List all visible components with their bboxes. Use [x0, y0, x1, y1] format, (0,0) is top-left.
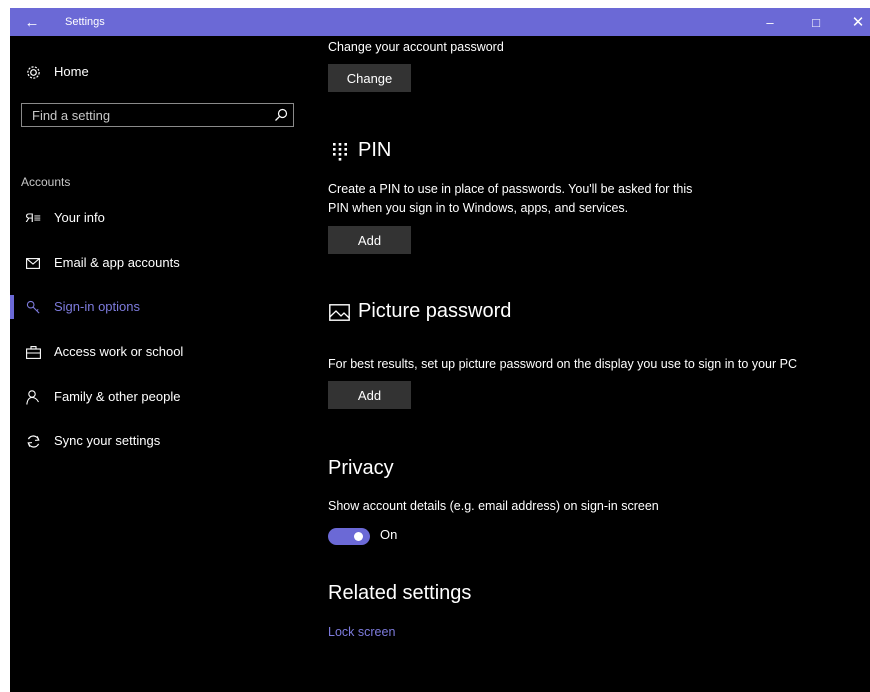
privacy-description: Show account details (e.g. email address…: [328, 499, 659, 513]
sidebar-item-label: Your info: [54, 210, 105, 225]
person-icon: [24, 388, 42, 406]
pin-heading: PIN: [358, 139, 392, 161]
search-icon[interactable]: [273, 107, 289, 123]
selection-indicator: [10, 295, 14, 319]
pin-keypad-icon: [332, 142, 348, 167]
picture-password-description: For best results, set up picture passwor…: [328, 357, 797, 371]
window-title: Settings: [65, 16, 105, 28]
sidebar-item-label: Sync your settings: [54, 433, 161, 448]
gear-icon: [24, 63, 42, 81]
sidebar-item-label: Sign-in options: [54, 299, 140, 314]
sidebar-item-work-school[interactable]: Access work or school: [10, 340, 310, 364]
back-arrow-icon: ←: [24, 13, 40, 31]
picture-password-heading: Picture password: [358, 300, 512, 322]
pin-description-line2: PIN when you sign in to Windows, apps, a…: [328, 201, 629, 215]
sidebar-item-home[interactable]: Home: [10, 60, 310, 84]
related-settings-heading: Related settings: [328, 582, 472, 604]
search-input[interactable]: Find a setting: [21, 103, 294, 127]
pin-description-line1: Create a PIN to use in place of password…: [328, 182, 693, 196]
maximize-button[interactable]: □: [796, 8, 836, 36]
sidebar-item-label: Family & other people: [54, 389, 181, 404]
sidebar: Home Find a setting Accounts Я≡ Your inf…: [10, 36, 310, 692]
sidebar-item-email[interactable]: Email & app accounts: [10, 251, 310, 275]
password-description: Change your account password: [328, 40, 504, 54]
show-account-details-toggle[interactable]: [328, 528, 370, 545]
sidebar-item-your-info[interactable]: Я≡ Your info: [10, 206, 310, 230]
briefcase-icon: [24, 343, 42, 361]
sidebar-item-family[interactable]: Family & other people: [10, 385, 310, 409]
toggle-state-label: On: [380, 527, 398, 542]
sidebar-item-label: Access work or school: [54, 344, 184, 359]
accounts-section-label: Accounts: [21, 175, 71, 189]
sidebar-item-sync[interactable]: Sync your settings: [10, 429, 310, 453]
picture-icon: [329, 304, 350, 326]
settings-window: ← Settings – □ ✕ Home Find a setting Acc…: [10, 8, 870, 692]
search-placeholder: Find a setting: [32, 108, 111, 123]
back-button[interactable]: ←: [10, 8, 54, 36]
change-password-button[interactable]: Change: [328, 64, 411, 92]
add-picture-password-button[interactable]: Add: [328, 381, 411, 409]
user-card-icon: Я≡: [25, 211, 41, 225]
main-content: Change your account password Change PIN …: [328, 36, 868, 692]
home-label: Home: [54, 64, 89, 79]
add-pin-button[interactable]: Add: [328, 226, 411, 254]
lock-screen-link[interactable]: Lock screen: [328, 625, 395, 639]
key-icon: [24, 298, 42, 316]
title-bar: ← Settings – □ ✕: [10, 8, 870, 36]
close-button[interactable]: ✕: [838, 8, 870, 36]
sidebar-item-label: Email & app accounts: [54, 255, 180, 270]
privacy-heading: Privacy: [328, 457, 394, 479]
sidebar-item-sign-in-options[interactable]: Sign-in options: [10, 295, 310, 319]
toggle-knob: [354, 532, 363, 541]
minimize-button[interactable]: –: [750, 8, 790, 36]
sync-icon: [24, 432, 42, 450]
mail-icon: [24, 254, 42, 272]
